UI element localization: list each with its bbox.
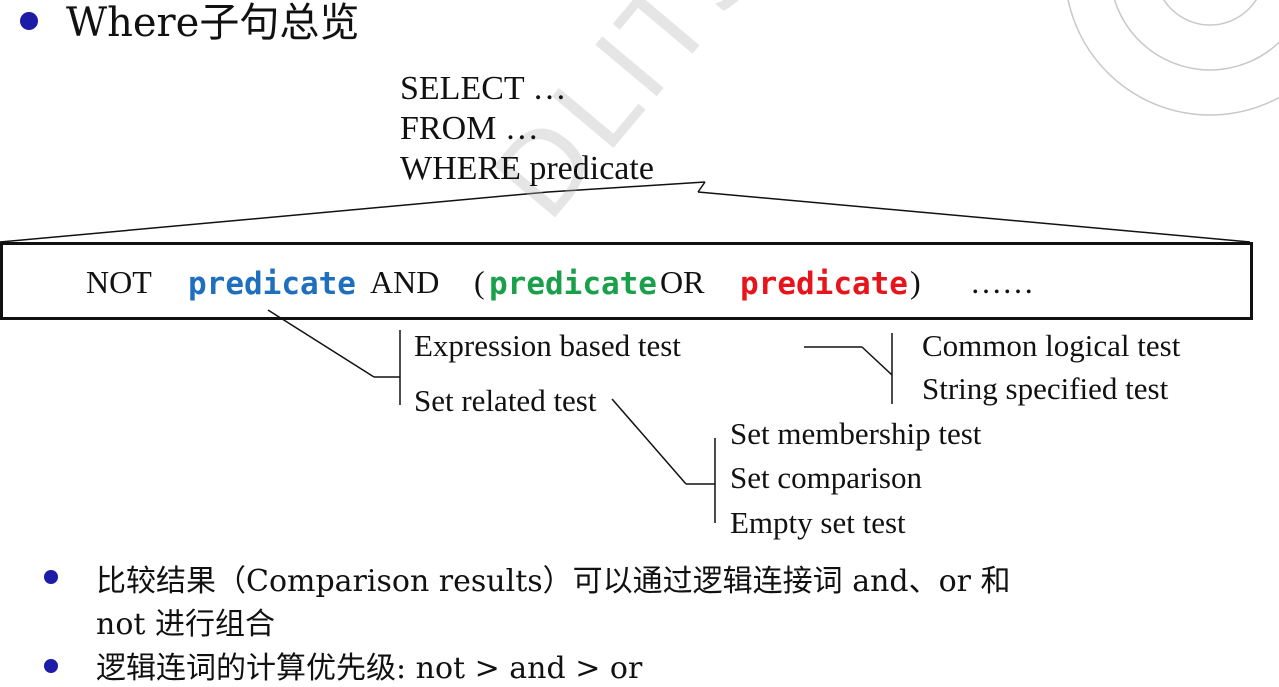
predicate-red: predicate — [740, 266, 908, 302]
or-keyword: OR — [660, 264, 705, 300]
string-specified-test: String specified test — [922, 371, 1169, 406]
title-bullet — [20, 12, 38, 30]
note2-bullet — [44, 659, 58, 673]
slide-title: Where子句总览 — [66, 0, 360, 46]
note1-line2: not 进行组合 — [96, 607, 275, 642]
expression-based-test: Expression based test — [414, 328, 681, 363]
sql-from-line: FROM … — [400, 110, 539, 147]
ellipsis: …… — [970, 264, 1034, 300]
predicate-blue: predicate — [188, 266, 356, 302]
set-membership-test: Set membership test — [730, 416, 982, 451]
empty-set-test: Empty set test — [730, 505, 906, 540]
decorative-arcs — [1067, 0, 1279, 116]
common-logical-test: Common logical test — [922, 328, 1181, 363]
note1-bullet — [44, 570, 58, 584]
sql-where-line: WHERE predicate — [400, 150, 654, 187]
note1-line1: 比较结果（Comparison results）可以通过逻辑连接词 and、or… — [96, 564, 1011, 599]
note2-text: 逻辑连词的计算优先级: not > and > or — [96, 651, 643, 686]
close-paren: ) — [910, 264, 921, 300]
predicate-green: predicate — [489, 266, 657, 302]
set-related-test: Set related test — [414, 383, 597, 418]
sql-select-line: SELECT … — [400, 70, 567, 107]
open-paren: ( — [474, 264, 485, 300]
and-keyword: AND — [370, 264, 440, 300]
set-comparison: Set comparison — [730, 460, 922, 495]
not-keyword: NOT — [86, 264, 152, 300]
